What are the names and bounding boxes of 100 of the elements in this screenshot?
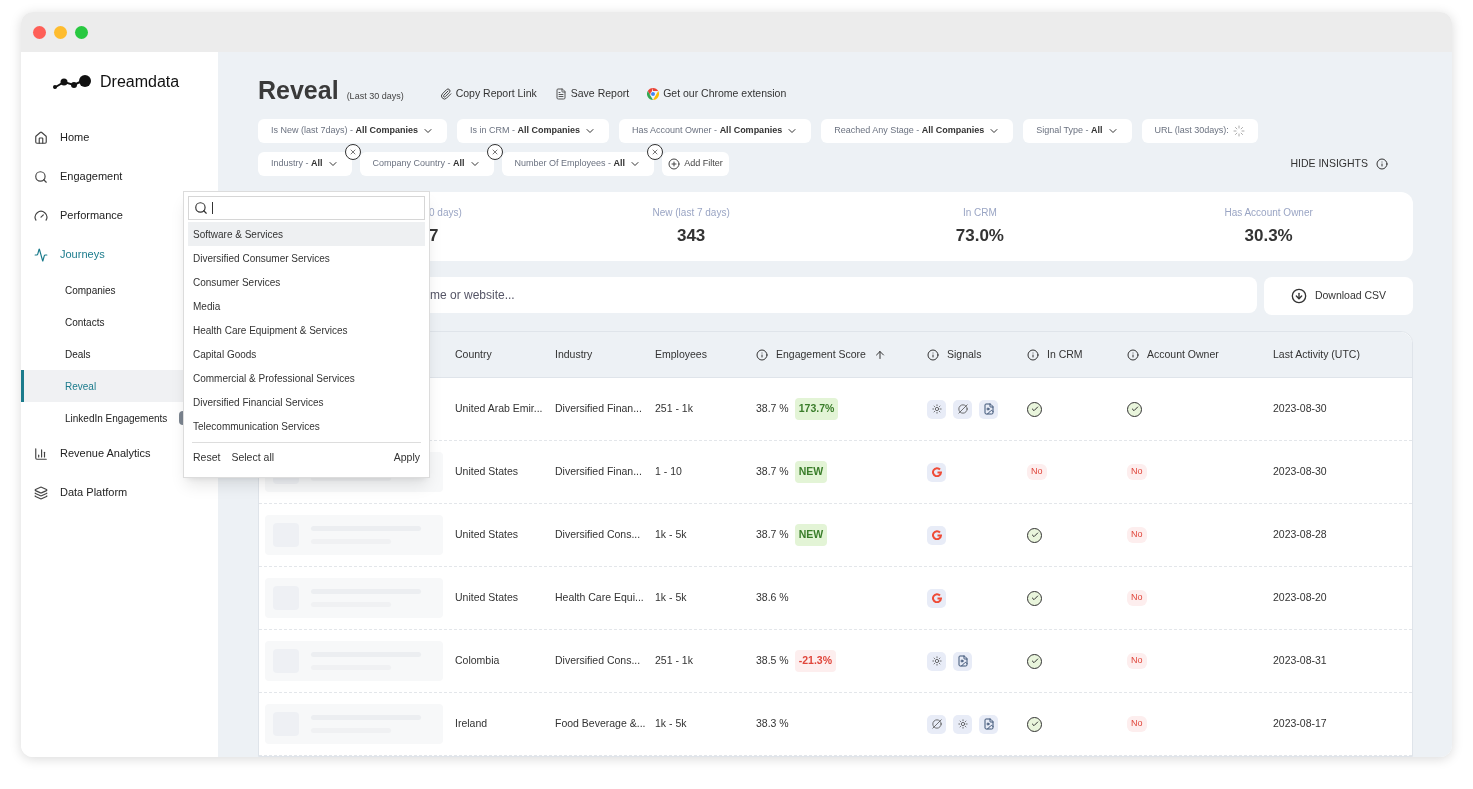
filter-dropdown[interactable]: URL (last 30days): [1141, 119, 1258, 143]
document-icon [979, 714, 998, 734]
change-badge: -21.3% [794, 650, 836, 672]
g-logo-icon [927, 525, 946, 545]
toolbar-link[interactable]: Copy Report Link [439, 86, 537, 102]
no-badge: No [1127, 653, 1147, 669]
g-logo-icon [927, 462, 946, 482]
add-filter-button[interactable]: Add Filter [662, 152, 729, 176]
sort-arrow-icon[interactable] [873, 348, 886, 361]
dropdown-option[interactable]: Software & Services [188, 222, 425, 246]
info-icon [1376, 158, 1388, 170]
table-cell: 38.5 % [756, 653, 789, 669]
column-header[interactable]: Signals [947, 346, 982, 363]
table-cell: 1k - 5k [655, 528, 687, 541]
table-cell: 38.7 % [756, 527, 789, 543]
column-header[interactable]: Engagement Score [776, 346, 866, 363]
filter-dropdown[interactable]: Has Account Owner - All Companies [619, 119, 812, 143]
select-all-button[interactable]: Select all [231, 450, 275, 466]
layers-icon [34, 485, 48, 500]
download-icon [1290, 288, 1307, 304]
column-header[interactable]: Account Owner [1147, 346, 1219, 363]
magnifier-icon [34, 169, 48, 184]
table-cell: 1k - 5k [655, 591, 687, 604]
sidebar-item[interactable]: Home [21, 118, 218, 157]
change-badge: NEW [794, 524, 828, 546]
remove-filter-button[interactable] [647, 144, 664, 160]
change-badge: NEW [794, 461, 828, 483]
chrome-icon [647, 88, 660, 101]
document-icon [554, 88, 567, 101]
maximize-window-button[interactable] [75, 25, 88, 39]
sun-icon [953, 714, 972, 734]
no-badge: No [1127, 590, 1147, 606]
plus-icon [668, 158, 681, 170]
dropdown-option[interactable]: Diversified Consumer Services [188, 246, 425, 270]
logo-icon [52, 74, 92, 90]
sidebar-item[interactable]: Data Platform [21, 473, 218, 512]
remove-filter-button[interactable] [486, 144, 503, 160]
table-cell: 1k - 5k [655, 717, 687, 730]
toolbar-link[interactable]: Get our Chrome extension [647, 86, 787, 102]
hide-insights-button[interactable]: HIDE INSIGHTS [1290, 156, 1388, 172]
table-cell: Diversified Finan... [555, 402, 642, 415]
no-badge: No [1127, 527, 1147, 543]
change-badge: 173.7% [794, 398, 839, 420]
document-icon [953, 651, 972, 671]
filter-dropdown[interactable]: Number Of Employees - All [501, 152, 655, 176]
remove-filter-button[interactable] [344, 144, 361, 160]
column-header[interactable]: Last Activity (UTC) [1273, 346, 1360, 363]
table-cell: Diversified Finan... [555, 465, 642, 478]
info-icon [1127, 348, 1139, 361]
column-header[interactable]: Country [455, 346, 492, 363]
stat-value: 73.0% [955, 224, 1004, 247]
table-cell: Diversified Cons... [555, 528, 641, 541]
table-cell: 2023-08-31 [1273, 654, 1327, 667]
stat-value: 30.3% [1244, 224, 1293, 247]
dropdown-option[interactable]: Capital Goods [188, 342, 425, 366]
column-header[interactable]: Employees [655, 346, 707, 363]
close-icon [348, 148, 357, 156]
no-badge: No [1127, 464, 1147, 480]
filter-dropdown[interactable]: Is in CRM - All Companies [457, 119, 610, 143]
table-cell: 1 - 10 [655, 465, 682, 478]
close-icon [490, 148, 499, 156]
column-header[interactable]: In CRM [1047, 346, 1083, 363]
filter-dropdown[interactable]: Industry - All [258, 152, 352, 176]
search-icon [194, 201, 208, 215]
table-cell: Ireland [455, 717, 488, 730]
sidebar-item[interactable]: Engagement [21, 157, 218, 196]
filter-dropdown[interactable]: Signal Type - All [1023, 119, 1132, 143]
column-header[interactable]: Industry [555, 346, 593, 363]
table-cell: 251 - 1k [655, 654, 693, 667]
table-cell: 38.7 % [756, 401, 789, 417]
pulse-icon [34, 247, 48, 262]
close-icon [651, 148, 660, 156]
dropdown-option[interactable]: Health Care Equipment & Services [188, 318, 425, 342]
table-cell: 38.3 % [756, 716, 789, 732]
table-cell: United States [455, 528, 519, 541]
table-cell: 2023-08-20 [1273, 591, 1327, 604]
filter-dropdown[interactable]: Company Country - All [359, 152, 494, 176]
table-cell: Colombia [455, 654, 500, 667]
table-cell: Health Care Equi... [555, 591, 644, 604]
paperclip-icon [439, 88, 452, 101]
close-window-button[interactable] [33, 25, 46, 39]
gauge-icon [34, 208, 48, 223]
download-csv-button[interactable]: Download CSV [1264, 277, 1413, 315]
table-cell: United Arab Emir... [455, 402, 543, 415]
brand-name: Dreamdata [100, 72, 180, 92]
g-logo-icon [927, 588, 946, 608]
filter-dropdown[interactable]: Is New (last 7days) - All Companies [258, 119, 448, 143]
table-cell: United States [455, 465, 519, 478]
table-cell: 38.6 % [756, 590, 789, 606]
reset-button[interactable]: Reset [193, 450, 221, 466]
filter-dropdown[interactable]: Reached Any Stage - All Companies [821, 119, 1014, 143]
table-cell: 2023-08-17 [1273, 717, 1327, 730]
table-cell: 2023-08-28 [1273, 528, 1327, 541]
page-subtitle: (Last 30 days) [346, 89, 404, 103]
apply-button[interactable]: Apply [393, 450, 420, 466]
sun-icon [927, 651, 946, 671]
dropdown-option[interactable]: Telecommunication Services [188, 414, 425, 438]
table-cell: 2023-08-30 [1273, 465, 1327, 478]
toolbar-link[interactable]: Save Report [554, 86, 630, 102]
search-field[interactable] [188, 196, 425, 220]
